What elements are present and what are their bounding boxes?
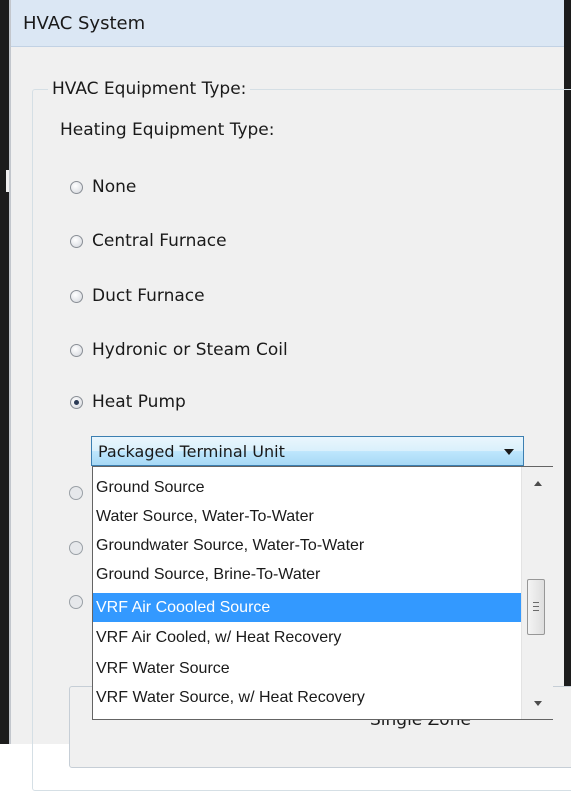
dropdown-option-selected[interactable]: VRF Air Coooled Source <box>93 593 521 622</box>
title-bar[interactable]: HVAC System <box>11 0 564 47</box>
dropdown-option[interactable]: Water Source, Water-To-Water <box>93 502 521 531</box>
dropdown-option[interactable]: Ground Source, Brine-To-Water <box>93 560 521 589</box>
dropdown-option[interactable]: Groundwater Source, Water-To-Water <box>93 531 521 560</box>
radio-label: Hydronic or Steam Coil <box>92 340 288 360</box>
radio-label: Heat Pump <box>92 392 186 412</box>
radio-none[interactable]: None <box>70 175 136 199</box>
scrollbar-thumb[interactable] <box>527 579 545 635</box>
heat-pump-type-dropdown-list: Ground Source Water Source, Water-To-Wat… <box>92 466 553 720</box>
dropdown-option[interactable]: VRF Water Source <box>93 654 521 683</box>
radio-central-furnace[interactable]: Central Furnace <box>70 229 227 253</box>
radio-heat-pump[interactable]: Heat Pump <box>70 390 186 414</box>
radio-button-icon[interactable] <box>70 234 83 248</box>
grip-line <box>533 602 539 603</box>
radio-duct-furnace[interactable]: Duct Furnace <box>70 284 205 308</box>
window-title: HVAC System <box>23 13 146 34</box>
dropdown-option[interactable]: VRF Air Cooled, w/ Heat Recovery <box>93 623 521 652</box>
heat-pump-type-combobox[interactable]: Packaged Terminal Unit <box>91 436 524 466</box>
scroll-down-arrow-icon[interactable] <box>534 701 542 706</box>
radio-button-icon[interactable] <box>70 343 83 357</box>
hidden-radio-icon[interactable] <box>69 541 83 555</box>
radio-hydronic-steam-coil[interactable]: Hydronic or Steam Coil <box>70 338 288 362</box>
radio-button-icon[interactable] <box>70 180 83 194</box>
chevron-down-icon[interactable] <box>504 449 514 455</box>
hidden-radio-icon[interactable] <box>69 595 83 609</box>
grip-line <box>533 610 539 611</box>
radio-label: Central Furnace <box>92 231 227 251</box>
group-legend: HVAC Equipment Type: <box>48 79 251 99</box>
scroll-up-arrow-icon[interactable] <box>534 481 542 486</box>
grip-line <box>533 606 539 607</box>
heating-equipment-label: Heating Equipment Type: <box>60 120 275 140</box>
radio-label: None <box>92 177 137 197</box>
combobox-value: Packaged Terminal Unit <box>98 442 285 461</box>
radio-button-icon[interactable] <box>70 289 83 303</box>
dropdown-option[interactable]: VRF Water Source, w/ Heat Recovery <box>93 683 521 712</box>
window-edge-left <box>0 0 9 744</box>
radio-label: Duct Furnace <box>92 286 205 306</box>
dropdown-scrollbar[interactable] <box>521 467 553 719</box>
hidden-radio-icon[interactable] <box>69 486 83 500</box>
dropdown-option[interactable]: Ground Source <box>93 473 521 502</box>
radio-button-checked-icon[interactable] <box>70 395 83 409</box>
